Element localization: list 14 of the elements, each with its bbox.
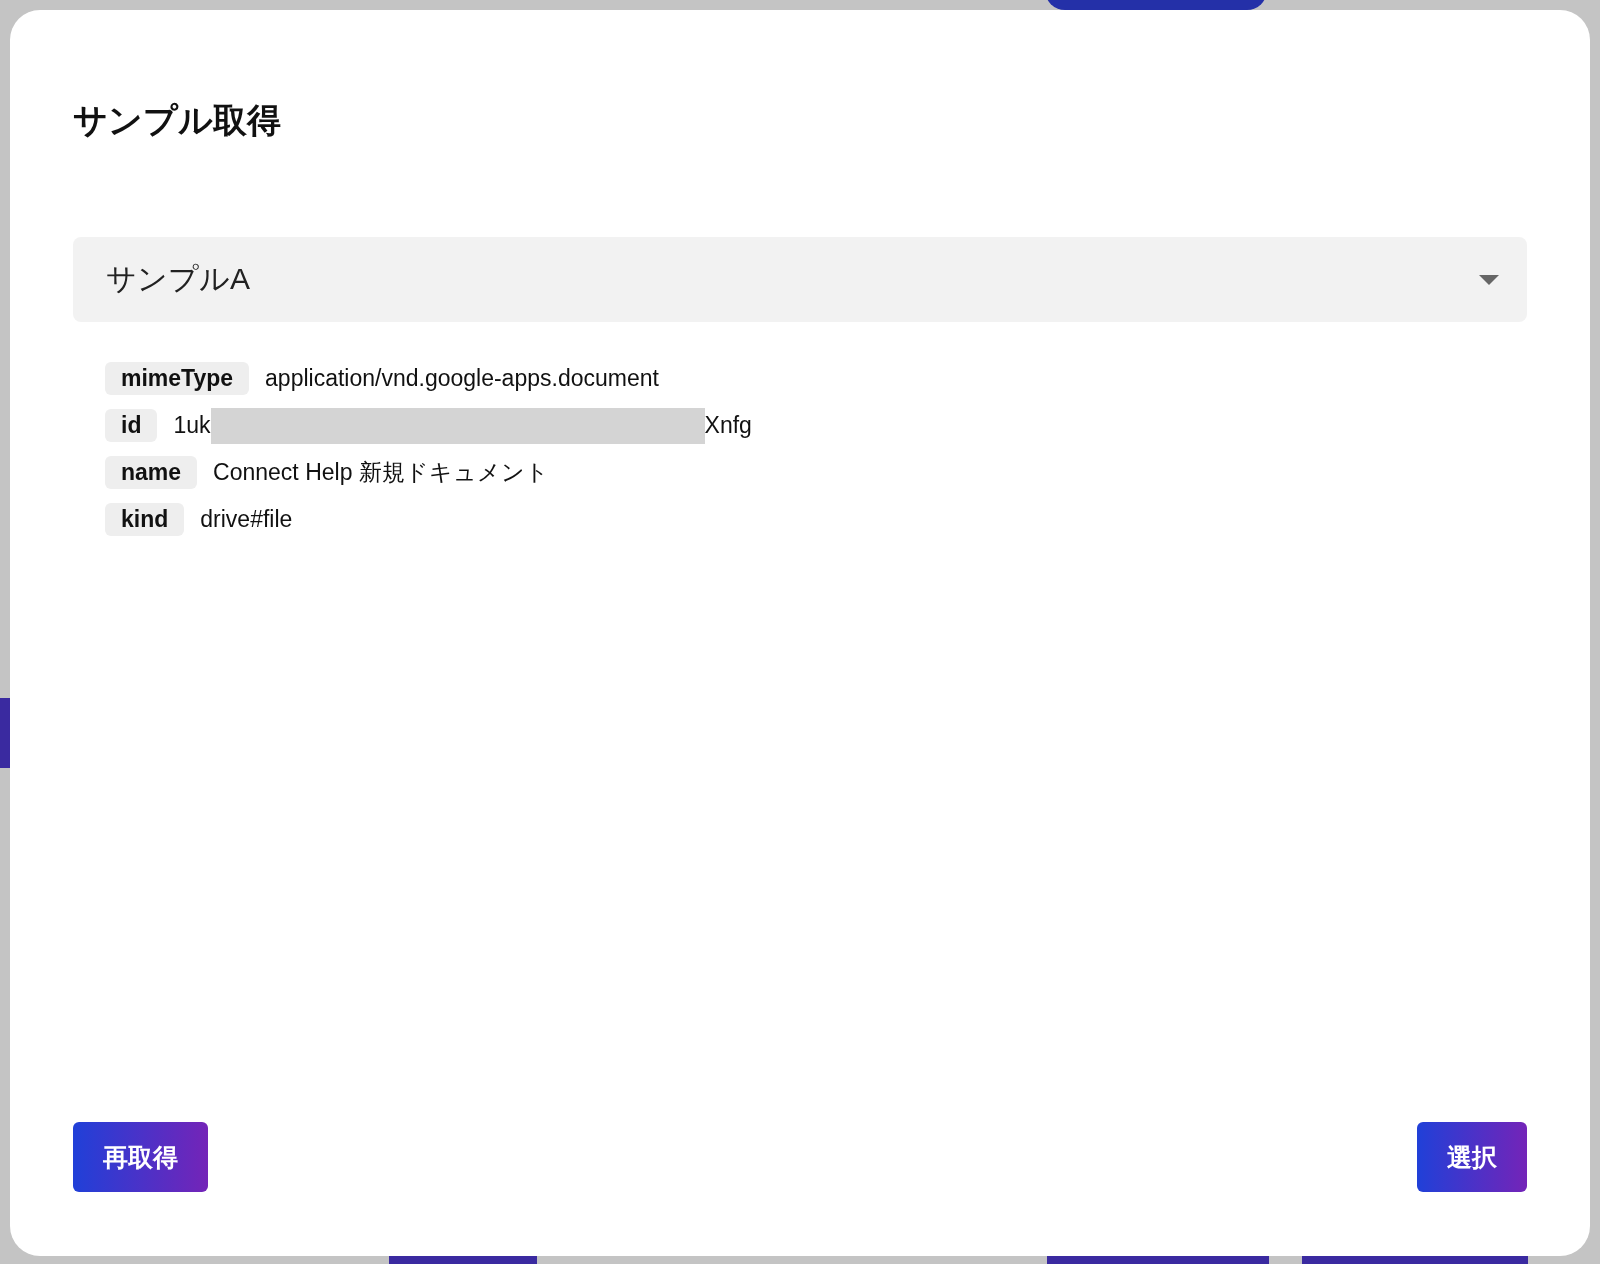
action-button[interactable]: 再取得 bbox=[73, 1122, 208, 1192]
field-value: Xnfg bbox=[704, 412, 752, 439]
field-value: drive#file bbox=[200, 506, 293, 533]
action-button[interactable]: 選択 bbox=[1417, 1122, 1527, 1192]
field-value: application/vnd.google-apps.document bbox=[265, 365, 659, 392]
sample-select[interactable]: サンプルA bbox=[73, 237, 1527, 322]
field-key: id bbox=[105, 409, 158, 442]
caret-icon bbox=[1479, 274, 1499, 285]
field-value: 1uk bbox=[173, 412, 211, 439]
dialog-title: サンプル取得 bbox=[73, 100, 282, 141]
field-value: Connect Help 新規ドキュメント bbox=[213, 458, 549, 487]
field-key: mimeType bbox=[105, 362, 250, 395]
field-key: kind bbox=[105, 503, 185, 536]
field-key: name bbox=[105, 456, 198, 489]
